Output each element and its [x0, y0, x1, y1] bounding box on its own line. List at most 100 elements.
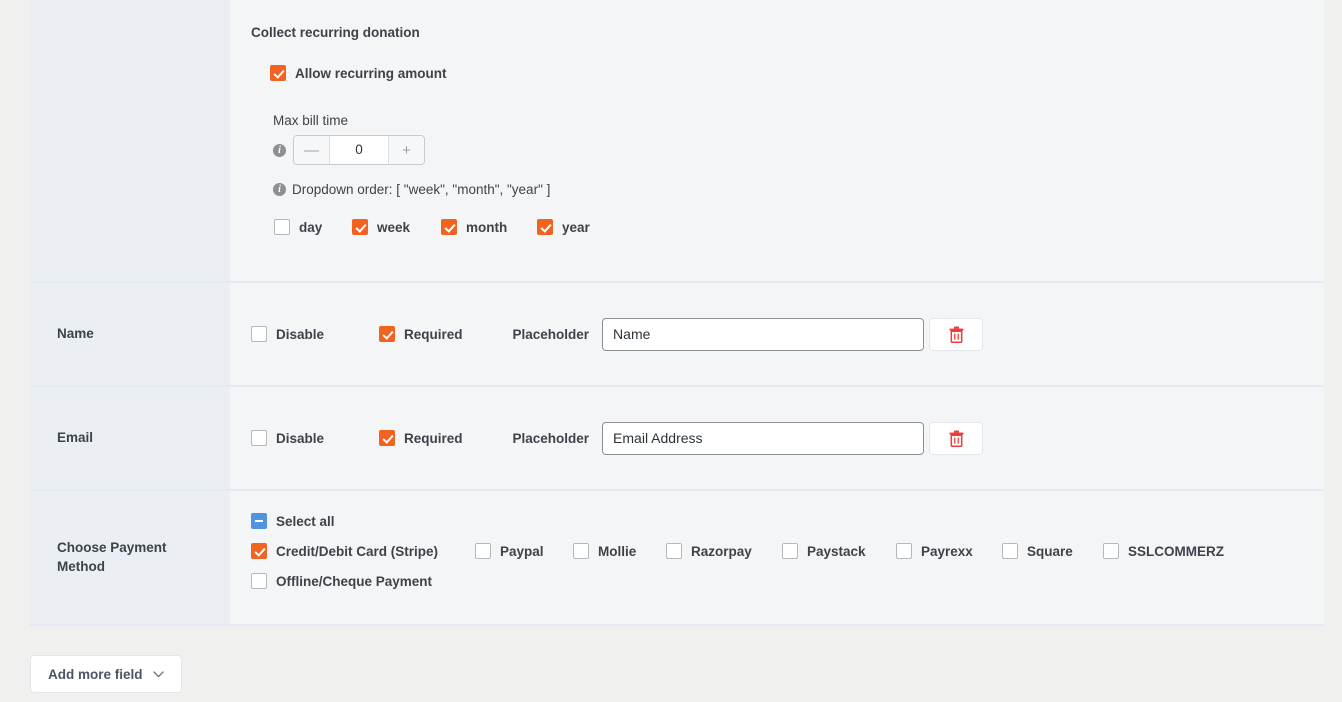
- frequency-day-checkbox[interactable]: day: [274, 219, 352, 235]
- email-disable-label: Disable: [276, 430, 325, 446]
- add-more-field-label: Add more field: [48, 666, 143, 682]
- payment-method-paystack-box[interactable]: [782, 543, 798, 559]
- payment-method-square-box[interactable]: [1002, 543, 1018, 559]
- email-disable-checkbox[interactable]: Disable: [251, 430, 379, 446]
- frequency-month-label: month: [466, 219, 508, 235]
- name-required-label: Required: [404, 326, 463, 342]
- payment-method-paystack[interactable]: Paystack: [782, 543, 896, 559]
- frequency-month-checkbox[interactable]: month: [441, 219, 537, 235]
- frequency-week-checkbox[interactable]: week: [352, 219, 441, 235]
- row-body-payment: Select all Credit/Debit Card (Stripe) Pa…: [230, 491, 1324, 624]
- dropdown-order-hint: i Dropdown order: [ "week", "month", "ye…: [273, 182, 550, 197]
- max-bill-time-stepper-line: i — 0 +: [273, 135, 550, 165]
- stepper-value[interactable]: 0: [330, 136, 388, 164]
- field-controls-email: Disable Required Placeholder: [251, 421, 1304, 455]
- max-bill-time-group: Max bill time i — 0 + i Dropdown order: …: [273, 113, 550, 197]
- name-placeholder-input[interactable]: [602, 317, 925, 351]
- frequency-year-checkbox[interactable]: year: [537, 219, 590, 235]
- payment-method-mollie-label: Mollie: [598, 543, 637, 559]
- row-label-email-text: Email: [57, 429, 94, 445]
- row-body-email: Disable Required Placeholder: [230, 387, 1324, 489]
- row-choose-payment-method: Choose Payment Method Select all Credit/…: [30, 491, 1324, 626]
- stepper-increment-button[interactable]: +: [388, 136, 424, 164]
- info-icon: i: [273, 143, 286, 157]
- row-field-email: Email Disable Required Placeholder: [30, 387, 1324, 491]
- row-label-email: Email: [30, 387, 230, 489]
- frequency-checkbox-row: day week month year: [274, 219, 590, 235]
- email-placeholder-input[interactable]: [602, 421, 925, 455]
- payment-method-payrexx-box[interactable]: [896, 543, 912, 559]
- payment-method-mollie-box[interactable]: [573, 543, 589, 559]
- allow-recurring-amount-checkbox[interactable]: Allow recurring amount: [270, 65, 447, 81]
- row-label-payment-text: Choose Payment Method: [57, 539, 167, 574]
- name-disable-checkbox-box[interactable]: [251, 326, 267, 342]
- payment-method-paystack-label: Paystack: [807, 543, 866, 559]
- info-icon: i: [273, 183, 286, 196]
- payment-method-sslcommerz-box[interactable]: [1103, 543, 1119, 559]
- frequency-day-checkbox-box[interactable]: [274, 219, 290, 235]
- payment-method-paypal-label: Paypal: [500, 543, 544, 559]
- donation-form-settings-page: Collect recurring donation Allow recurri…: [0, 0, 1342, 702]
- row-label-name: Name: [30, 283, 230, 385]
- chevron-down-icon: [152, 670, 164, 678]
- collect-recurring-donation-title: Collect recurring donation: [251, 25, 420, 40]
- allow-recurring-amount-checkbox-box[interactable]: [270, 65, 286, 81]
- row-body-recurring: Collect recurring donation Allow recurri…: [230, 0, 1324, 281]
- payment-method-stripe[interactable]: Credit/Debit Card (Stripe): [251, 543, 475, 559]
- email-required-checkbox[interactable]: Required: [379, 430, 463, 446]
- row-label-payment: Choose Payment Method: [30, 491, 230, 624]
- email-delete-button[interactable]: [929, 421, 984, 455]
- payment-method-offline-cheque[interactable]: Offline/Cheque Payment: [251, 573, 432, 589]
- dropdown-order-text: Dropdown order: [ "week", "month", "year…: [292, 182, 551, 197]
- name-disable-checkbox[interactable]: Disable: [251, 326, 379, 342]
- frequency-month-checkbox-box[interactable]: [441, 219, 457, 235]
- allow-recurring-amount-label: Allow recurring amount: [295, 65, 447, 81]
- payment-method-square-label: Square: [1027, 543, 1073, 559]
- name-delete-button[interactable]: [929, 317, 984, 351]
- field-controls-name: Disable Required Placeholder: [251, 317, 1304, 351]
- frequency-year-checkbox-box[interactable]: [537, 219, 553, 235]
- payment-method-paypal-box[interactable]: [475, 543, 491, 559]
- row-field-name: Name Disable Required Placeholder: [30, 283, 1324, 387]
- row-label-name-text: Name: [57, 325, 94, 341]
- row-body-name: Disable Required Placeholder: [230, 283, 1324, 385]
- payment-method-offline-cheque-box[interactable]: [251, 573, 267, 589]
- add-more-field-area: Add more field: [30, 655, 182, 693]
- form-fields-table: Collect recurring donation Allow recurri…: [30, 0, 1324, 626]
- row-recurring-donation: Collect recurring donation Allow recurri…: [30, 0, 1324, 283]
- payment-method-paypal[interactable]: Paypal: [475, 543, 573, 559]
- name-required-checkbox[interactable]: Required: [379, 326, 463, 342]
- frequency-week-label: week: [377, 219, 411, 235]
- payment-method-square[interactable]: Square: [1002, 543, 1103, 559]
- payment-method-sslcommerz-label: SSLCOMMERZ: [1128, 543, 1224, 559]
- email-required-checkbox-box[interactable]: [379, 430, 395, 446]
- payment-method-mollie[interactable]: Mollie: [573, 543, 666, 559]
- payment-method-razorpay-label: Razorpay: [691, 543, 752, 559]
- row-label-recurring: [30, 0, 230, 281]
- payment-method-razorpay[interactable]: Razorpay: [666, 543, 782, 559]
- payment-method-razorpay-box[interactable]: [666, 543, 682, 559]
- email-placeholder-label: Placeholder: [512, 430, 590, 446]
- add-more-field-button[interactable]: Add more field: [30, 655, 182, 693]
- max-bill-time-stepper[interactable]: — 0 +: [293, 135, 425, 165]
- frequency-year-label: year: [562, 219, 590, 235]
- frequency-day-label: day: [299, 219, 323, 235]
- name-required-checkbox-box[interactable]: [379, 326, 395, 342]
- payment-method-payrexx[interactable]: Payrexx: [896, 543, 1002, 559]
- payment-method-stripe-label: Credit/Debit Card (Stripe): [276, 543, 439, 559]
- payment-method-payrexx-label: Payrexx: [921, 543, 973, 559]
- frequency-week-checkbox-box[interactable]: [352, 219, 368, 235]
- stepper-decrement-button[interactable]: —: [294, 136, 330, 164]
- payment-select-all-line: Select all: [251, 513, 335, 529]
- payment-select-all-checkbox-box[interactable]: [251, 513, 267, 529]
- payment-methods-line-1: Credit/Debit Card (Stripe) Paypal Mollie…: [251, 543, 1224, 559]
- payment-methods-line-2: Offline/Cheque Payment: [251, 573, 432, 589]
- payment-method-stripe-box[interactable]: [251, 543, 267, 559]
- email-disable-checkbox-box[interactable]: [251, 430, 267, 446]
- email-required-label: Required: [404, 430, 463, 446]
- name-placeholder-label: Placeholder: [512, 326, 590, 342]
- max-bill-time-label: Max bill time: [273, 113, 349, 128]
- payment-method-sslcommerz[interactable]: SSLCOMMERZ: [1103, 543, 1224, 559]
- payment-select-all-checkbox[interactable]: Select all: [251, 513, 335, 529]
- payment-select-all-label: Select all: [276, 513, 335, 529]
